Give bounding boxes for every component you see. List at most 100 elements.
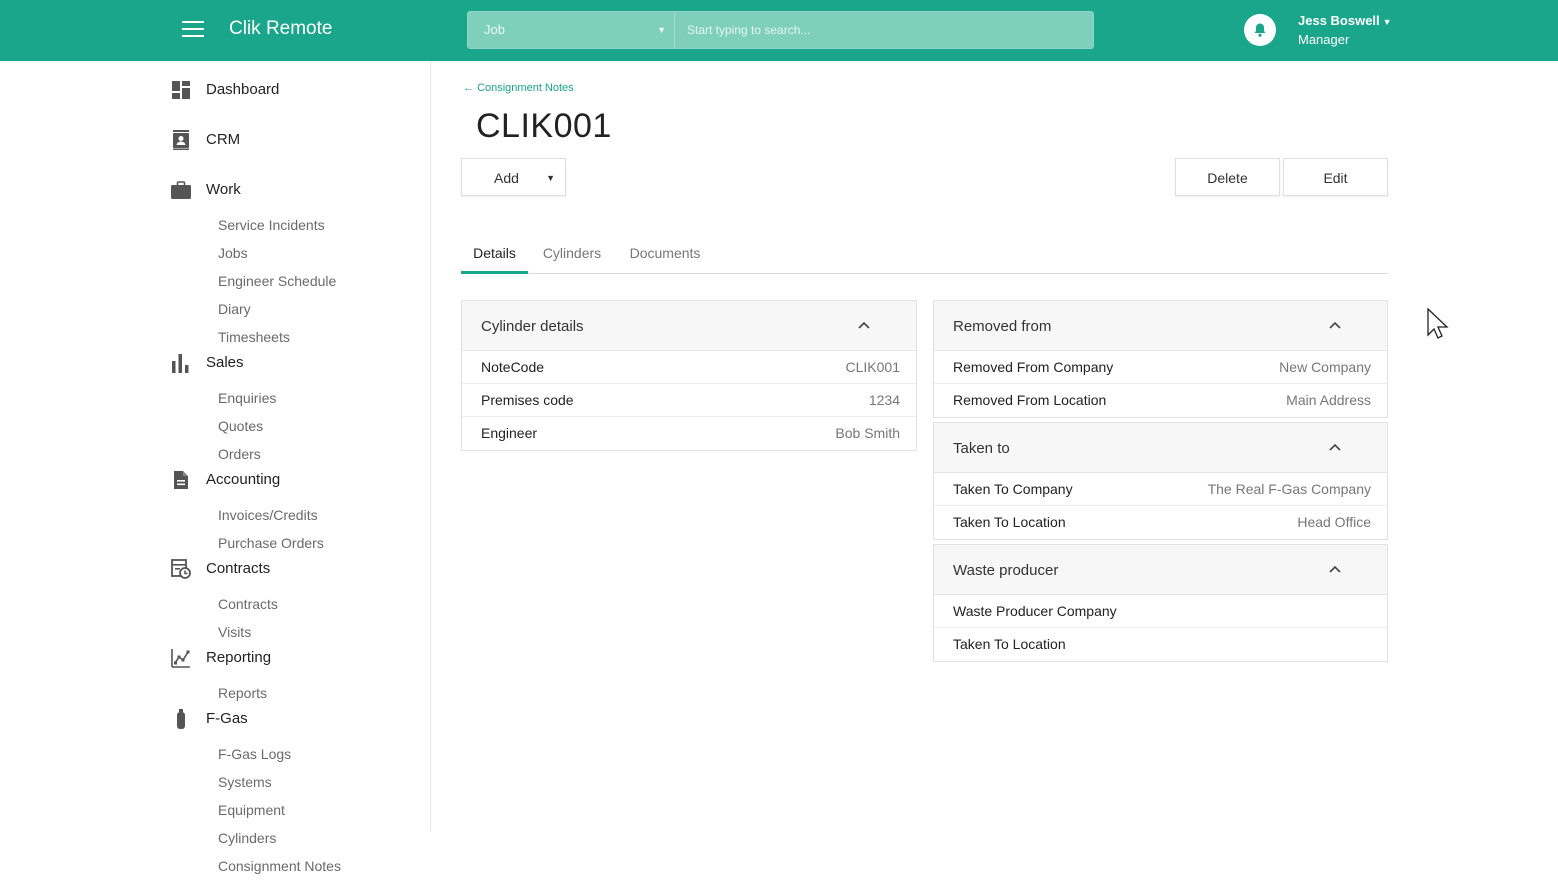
detail-row: Premises code 1234 xyxy=(462,384,916,417)
sidebar-subitem-enquiries[interactable]: Enquiries xyxy=(218,390,276,406)
row-label: Taken To Location xyxy=(953,636,1066,652)
sidebar-item-label: Dashboard xyxy=(206,81,280,98)
sidebar-subitem-purchase-orders[interactable]: Purchase Orders xyxy=(218,535,324,551)
bar-chart-icon xyxy=(172,354,189,373)
detail-row: Waste Producer Company xyxy=(934,595,1387,628)
row-value: CLIK001 xyxy=(845,359,900,375)
sidebar-subitem-contracts[interactable]: Contracts xyxy=(218,596,278,612)
detail-row: Removed From Location Main Address xyxy=(934,384,1387,417)
sidebar-item-label: Reporting xyxy=(206,649,272,666)
sidebar-item-label: Work xyxy=(206,181,241,198)
cylinder-icon xyxy=(177,709,185,729)
sidebar-subitem-timesheets[interactable]: Timesheets xyxy=(218,329,290,345)
card-title: Removed from xyxy=(953,318,1052,335)
user-menu[interactable]: Jess Boswell ▼ Manager xyxy=(1298,13,1392,47)
sidebar-item-label: Sales xyxy=(206,354,244,371)
sidebar-subitem-quotes[interactable]: Quotes xyxy=(218,418,263,434)
sidebar-subitem-systems[interactable]: Systems xyxy=(218,774,272,790)
sidebar-subitem-jobs[interactable]: Jobs xyxy=(218,245,248,261)
crm-icon xyxy=(173,130,189,150)
arrow-left-icon: ← xyxy=(463,82,474,94)
detail-row: Taken To Company The Real F-Gas Company xyxy=(934,473,1387,506)
row-value: The Real F-Gas Company xyxy=(1207,481,1371,497)
chevron-up-icon xyxy=(1329,321,1341,329)
sidebar-subitem-consignment-notes[interactable]: Consignment Notes xyxy=(218,858,341,874)
sidebar-subitem-orders[interactable]: Orders xyxy=(218,446,261,462)
detail-row: Removed From Company New Company xyxy=(934,351,1387,384)
chevron-up-icon xyxy=(858,321,870,329)
tab-cylinders[interactable]: Cylinders xyxy=(537,240,607,274)
sidebar-subitem-fgas-logs[interactable]: F-Gas Logs xyxy=(218,746,291,762)
sidebar-item-label: CRM xyxy=(206,131,241,148)
search-type-value: Job xyxy=(484,22,505,37)
detail-row: Engineer Bob Smith xyxy=(462,417,916,450)
sidebar-subitem-equipment[interactable]: Equipment xyxy=(218,802,285,818)
tab-details[interactable]: Details xyxy=(461,240,528,274)
briefcase-icon xyxy=(171,181,191,199)
global-search: Job ▼ xyxy=(467,11,1094,49)
search-type-select[interactable]: Job ▼ xyxy=(468,12,675,48)
sidebar-item-label: F-Gas xyxy=(206,710,248,727)
breadcrumb-label: Consignment Notes xyxy=(477,82,574,94)
caret-down-icon: ▼ xyxy=(1382,17,1392,27)
card-title: Taken to xyxy=(953,440,1010,457)
row-value: Bob Smith xyxy=(835,425,900,441)
row-value: Head Office xyxy=(1297,514,1371,530)
tab-bar: Details Cylinders Documents xyxy=(461,240,1388,274)
removed-from-header[interactable]: Removed from xyxy=(934,301,1387,351)
sidebar-subitem-diary[interactable]: Diary xyxy=(218,301,251,317)
row-label: Removed From Location xyxy=(953,392,1107,408)
waste-producer-header[interactable]: Waste producer xyxy=(934,545,1387,595)
cylinder-details-header[interactable]: Cylinder details xyxy=(462,301,916,351)
chevron-up-icon xyxy=(1329,565,1341,573)
row-label: NoteCode xyxy=(481,359,545,375)
detail-row: Taken To Location Head Office xyxy=(934,506,1387,539)
row-value: New Company xyxy=(1279,359,1371,375)
page-title: CLIK001 xyxy=(476,107,612,145)
contracts-icon xyxy=(171,559,191,579)
row-label: Taken To Location xyxy=(953,514,1066,530)
card-title: Cylinder details xyxy=(481,318,584,335)
sidebar-subitem-service-incidents[interactable]: Service Incidents xyxy=(218,217,325,233)
row-label: Premises code xyxy=(481,392,574,408)
row-label: Taken To Company xyxy=(953,481,1073,497)
row-label: Engineer xyxy=(481,425,538,441)
tab-documents[interactable]: Documents xyxy=(623,240,707,274)
sidebar-item-label: Contracts xyxy=(206,560,271,577)
top-bar: Clik Remote Job ▼ Jess Boswell▼ Manager xyxy=(0,0,1558,61)
sidebar-subitem-visits[interactable]: Visits xyxy=(218,624,251,640)
edit-button[interactable]: Edit xyxy=(1283,158,1388,196)
waste-producer-card: Waste producer Waste Producer Company Ta… xyxy=(933,544,1388,662)
row-value: 1234 xyxy=(868,392,900,408)
delete-button[interactable]: Delete xyxy=(1175,158,1280,196)
add-button[interactable]: Add ▼ xyxy=(461,158,566,196)
sidebar-subitem-reports[interactable]: Reports xyxy=(218,685,267,701)
sidebar-subitem-cylinders[interactable]: Cylinders xyxy=(218,830,276,846)
search-input[interactable] xyxy=(676,12,1092,48)
app-title[interactable]: Clik Remote xyxy=(229,18,332,40)
row-value: Main Address xyxy=(1286,392,1371,408)
sidebar-subitem-engineer-schedule[interactable]: Engineer Schedule xyxy=(218,273,336,289)
row-label: Removed From Company xyxy=(953,359,1114,375)
sidebar-item-label: Accounting xyxy=(206,471,281,488)
reporting-icon xyxy=(171,649,190,668)
sidebar-subitem-invoices-credits[interactable]: Invoices/Credits xyxy=(218,507,318,523)
caret-down-icon: ▼ xyxy=(546,173,555,183)
user-name: Jess Boswell xyxy=(1298,13,1380,28)
caret-down-icon: ▼ xyxy=(657,25,666,35)
row-label: Waste Producer Company xyxy=(953,603,1117,619)
menu-icon[interactable] xyxy=(182,21,204,39)
chevron-up-icon xyxy=(1329,443,1341,451)
detail-row: Taken To Location xyxy=(934,628,1387,661)
notifications-button[interactable] xyxy=(1244,14,1276,46)
user-role: Manager xyxy=(1298,32,1350,47)
document-icon xyxy=(174,471,188,489)
taken-to-card: Taken to Taken To Company The Real F-Gas … xyxy=(933,422,1388,540)
removed-from-card: Removed from Removed From Company New Com… xyxy=(933,300,1388,418)
dashboard-icon xyxy=(172,81,190,99)
taken-to-header[interactable]: Taken to xyxy=(934,423,1387,473)
card-title: Waste producer xyxy=(953,562,1059,579)
breadcrumb-back-link[interactable]: ← Consignment Notes xyxy=(463,82,574,94)
add-button-label: Add xyxy=(494,170,519,186)
mouse-cursor-icon xyxy=(1427,308,1449,339)
